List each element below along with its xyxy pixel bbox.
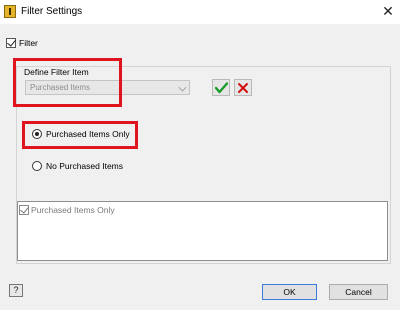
highlight-box-define-filter bbox=[13, 58, 122, 107]
filter-checkbox[interactable] bbox=[6, 37, 16, 48]
chevron-down-icon bbox=[178, 83, 187, 92]
remove-filter-button[interactable] bbox=[234, 79, 252, 96]
list-item-label: Purchased Items Only bbox=[31, 205, 115, 215]
close-icon[interactable]: ✕ bbox=[380, 3, 396, 19]
radio-no-purchased[interactable] bbox=[32, 161, 42, 171]
cancel-button[interactable]: Cancel bbox=[329, 284, 388, 300]
highlight-box-purchased-only bbox=[22, 121, 138, 149]
checkmark-icon bbox=[215, 82, 228, 94]
help-button[interactable]: ? bbox=[9, 284, 23, 297]
app-icon bbox=[4, 5, 16, 18]
window-title: Filter Settings bbox=[21, 6, 83, 17]
ok-button[interactable]: OK bbox=[262, 284, 317, 300]
list-item-checkbox[interactable] bbox=[19, 204, 29, 215]
radio-no-purchased-label: No Purchased Items bbox=[46, 161, 124, 171]
red-x-icon bbox=[238, 83, 248, 93]
filter-label: Filter bbox=[19, 38, 38, 48]
apply-filter-button[interactable] bbox=[212, 79, 230, 96]
